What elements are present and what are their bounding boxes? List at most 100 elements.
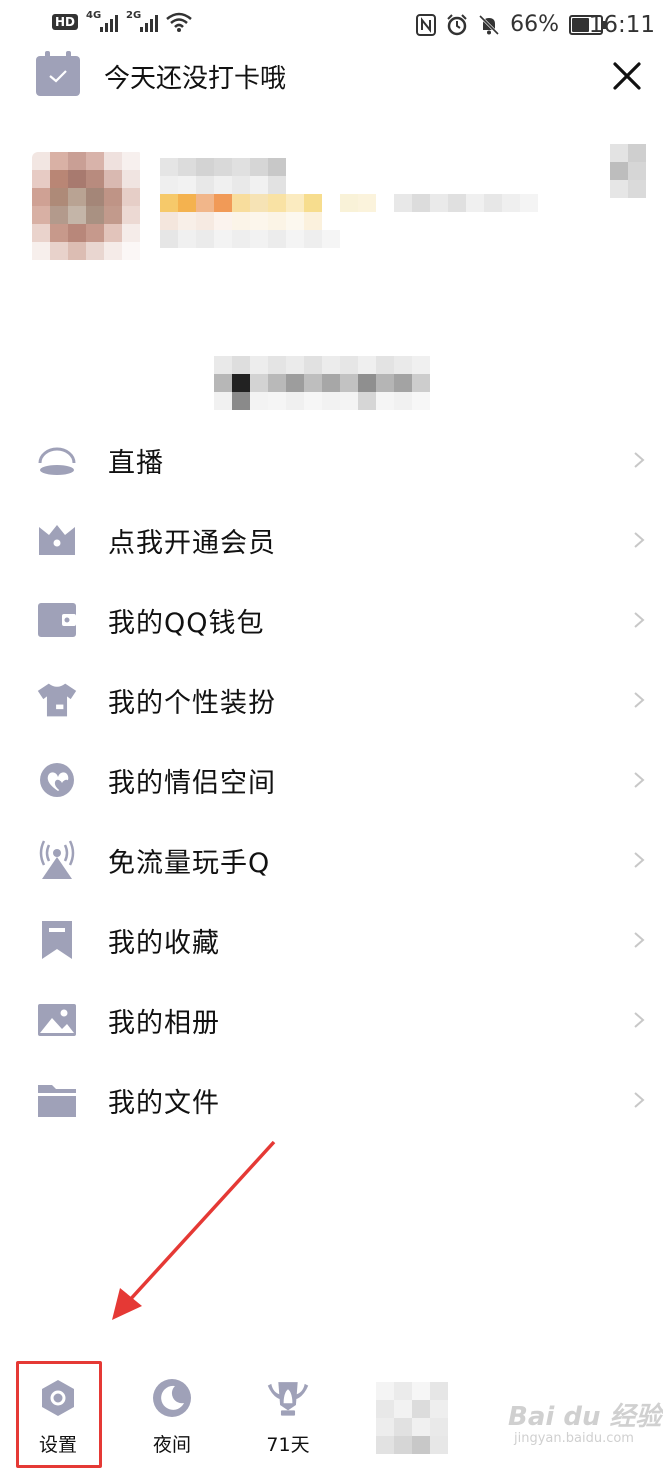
bottom-pixel — [376, 1418, 394, 1436]
profile-pixel — [232, 194, 250, 212]
bio-pixel — [340, 356, 358, 374]
profile-pixel — [160, 176, 178, 194]
battery-fill — [572, 17, 589, 32]
bio-pixel — [214, 374, 232, 392]
bio-pixel — [376, 392, 394, 410]
qr-pixel — [628, 162, 646, 180]
profile-pixel — [484, 194, 502, 212]
bio-pixel — [286, 374, 304, 392]
avatar-pixel — [68, 152, 86, 170]
live-icon — [36, 439, 78, 481]
avatar-pixel — [86, 188, 104, 206]
profile-pixel — [286, 230, 304, 248]
menu-label: 免流量玩手Q — [108, 847, 271, 879]
badge-icon — [266, 1376, 310, 1420]
avatar[interactable] — [32, 152, 144, 268]
bio-pixel — [286, 356, 304, 374]
chevron-right-icon — [634, 1012, 645, 1028]
bookmark-icon — [36, 919, 78, 961]
night-mode-button[interactable]: 夜间 — [132, 1360, 212, 1460]
bio-pixel — [232, 392, 250, 410]
bio-pixel — [214, 356, 232, 374]
bottom-pixel — [430, 1418, 448, 1436]
menu-item-favorites[interactable]: 我的收藏 — [0, 900, 663, 980]
profile-pixel — [250, 194, 268, 212]
profile-pixel — [286, 194, 304, 212]
avatar-pixel — [122, 188, 140, 206]
avatar-pixel — [86, 170, 104, 188]
bottom-pixel — [412, 1382, 430, 1400]
profile-pixel — [430, 194, 448, 212]
profile-pixel — [160, 158, 178, 176]
qr-pixel — [610, 180, 628, 198]
status-bar: HD 4G 2G 66% 16:11 — [0, 0, 663, 52]
profile-pixel — [232, 158, 250, 176]
tshirt-icon — [36, 679, 78, 721]
profile-pixel — [268, 176, 286, 194]
hd-badge: HD — [52, 14, 79, 30]
avatar-pixel — [122, 224, 140, 242]
bio-pixel — [214, 392, 232, 410]
chevron-right-icon — [634, 852, 645, 868]
profile-pixel — [178, 158, 196, 176]
bio-pixel — [232, 374, 250, 392]
profile-pixel — [268, 212, 286, 230]
avatar-pixel — [32, 206, 50, 224]
avatar-pixel — [122, 152, 140, 170]
close-icon[interactable] — [607, 56, 647, 96]
profile-pixel — [214, 212, 232, 230]
profile-pixel — [214, 176, 232, 194]
bio-pixel — [358, 374, 376, 392]
bottom-pixel — [430, 1436, 448, 1454]
bio-pixel — [322, 392, 340, 410]
status-time: 16:11 — [588, 12, 655, 38]
bio-pixel — [394, 392, 412, 410]
bio-pixel — [358, 392, 376, 410]
avatar-pixel — [104, 152, 122, 170]
bottom-pixel — [412, 1400, 430, 1418]
status-left: HD 4G 2G — [52, 10, 192, 32]
menu-label: 我的QQ钱包 — [108, 607, 265, 639]
menu-item-couple[interactable]: 我的情侣空间 — [0, 740, 663, 820]
days-badge-button[interactable]: 71天 — [248, 1360, 328, 1460]
menu-label: 我的相册 — [108, 1007, 220, 1039]
bio-pixel — [304, 356, 322, 374]
profile-pixel — [268, 230, 286, 248]
bio-pixel — [358, 356, 376, 374]
avatar-pixel — [86, 242, 104, 260]
checkin-row[interactable]: 今天还没打卡哦 — [36, 51, 286, 96]
qr-pixel — [610, 144, 628, 162]
alarm-icon — [447, 13, 467, 35]
profile-pixel — [250, 230, 268, 248]
menu-item-files[interactable]: 我的文件 — [0, 1060, 663, 1140]
bottom-pixel — [394, 1418, 412, 1436]
menu-item-theme[interactable]: 我的个性装扮 — [0, 660, 663, 740]
menu-item-vip[interactable]: 点我开通会员 — [0, 500, 663, 580]
profile-pixel — [466, 194, 484, 212]
menu-item-wallet[interactable]: 我的QQ钱包 — [0, 580, 663, 660]
folder-icon — [36, 1079, 78, 1121]
avatar-pixel — [104, 188, 122, 206]
bio-pixel — [268, 374, 286, 392]
watermark: Bai du 经验 jingyan.baidu.com — [508, 1396, 662, 1446]
profile-pixel — [214, 194, 232, 212]
avatar-pixel — [68, 242, 86, 260]
menu-item-album[interactable]: 我的相册 — [0, 980, 663, 1060]
photo-icon — [36, 999, 78, 1041]
bio-pixel — [340, 392, 358, 410]
profile-pixel — [178, 212, 196, 230]
profile-pixel — [304, 212, 322, 230]
menu-item-free-data[interactable]: 免流量玩手Q — [0, 820, 663, 900]
profile-pixel — [214, 158, 232, 176]
avatar-pixel — [122, 242, 140, 260]
avatar-pixel — [104, 206, 122, 224]
avatar-pixel — [86, 152, 104, 170]
bio-pixel — [304, 392, 322, 410]
chevron-right-icon — [634, 932, 645, 948]
avatar-pixel — [32, 224, 50, 242]
profile-pixel — [178, 230, 196, 248]
menu-item-live[interactable]: 直播 — [0, 420, 663, 500]
nfc-icon — [416, 13, 437, 36]
avatar-pixel — [32, 170, 50, 188]
avatar-pixel — [32, 188, 50, 206]
